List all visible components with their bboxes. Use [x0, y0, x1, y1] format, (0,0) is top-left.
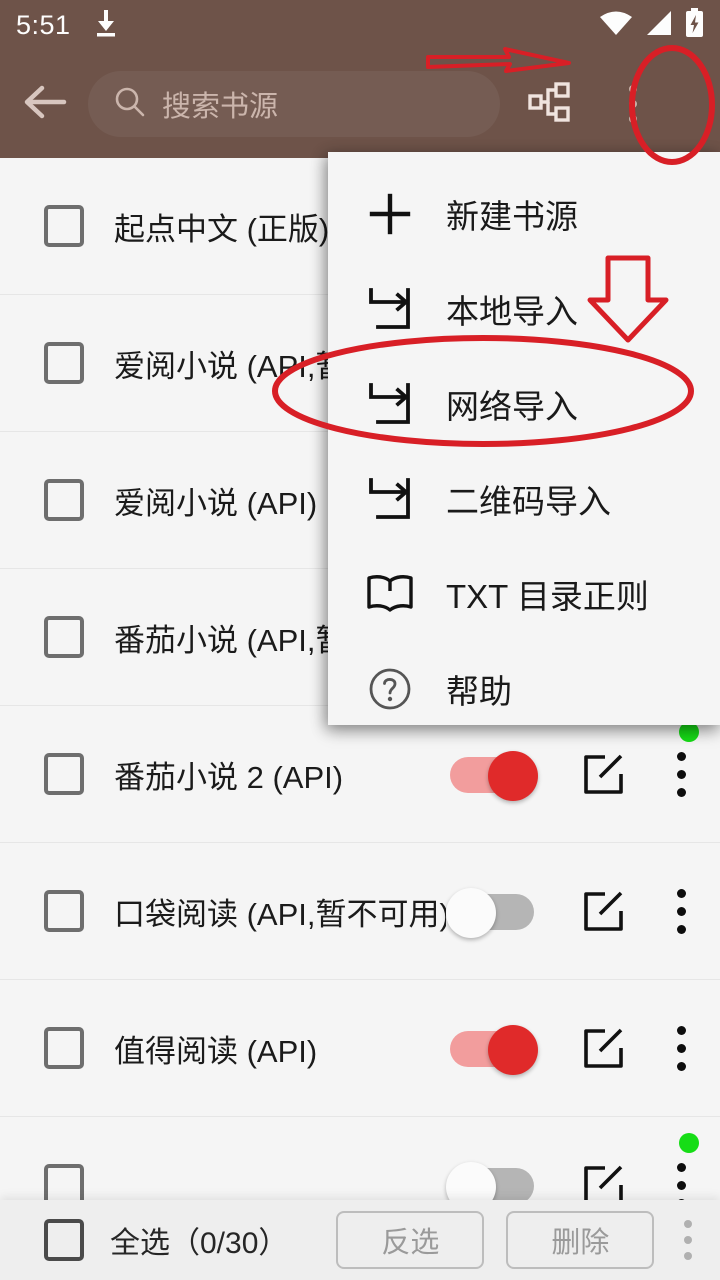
row-checkbox[interactable]: [44, 205, 84, 247]
help-circle-icon: [364, 663, 416, 715]
menu-item-txt-toc-regex[interactable]: TXT 目录正则: [328, 546, 720, 641]
overflow-menu-icon: [629, 85, 637, 123]
row-checkbox[interactable]: [44, 1027, 84, 1069]
download-icon: [93, 9, 119, 42]
table-row[interactable]: 口袋阅读 (API,暂不可用): [0, 843, 720, 980]
source-group-button[interactable]: [518, 70, 580, 138]
menu-item-local-import[interactable]: 本地导入: [328, 261, 720, 356]
book-icon: [364, 568, 416, 620]
plus-icon: [364, 188, 416, 240]
row-overflow-icon[interactable]: [668, 1024, 694, 1072]
search-input[interactable]: 搜索书源: [88, 71, 500, 137]
invert-selection-button[interactable]: 反选: [336, 1211, 485, 1269]
menu-item-label: 二维码导入: [446, 482, 611, 520]
menu-item-label: 帮助: [446, 672, 512, 710]
row-checkbox[interactable]: [44, 890, 84, 932]
row-actions: [446, 722, 699, 801]
source-group-icon: [527, 80, 571, 129]
menu-item-network-import[interactable]: 网络导入: [328, 356, 720, 451]
row-actions: [446, 1024, 694, 1075]
row-overflow-icon[interactable]: [668, 1133, 699, 1200]
selection-action-bar: 全选（0/30） 反选 删除: [0, 1200, 720, 1280]
row-enable-toggle[interactable]: [446, 1025, 538, 1075]
edit-icon[interactable]: [580, 1024, 628, 1072]
table-row[interactable]: [0, 1117, 720, 1200]
menu-item-qrcode-import[interactable]: 二维码导入: [328, 451, 720, 546]
row-enable-toggle[interactable]: [446, 751, 538, 801]
row-actions: [446, 887, 694, 938]
phone-screen: 5:51 搜索书源 起点中文 (正版) 爱阅小说 (API,暂不可用) 爱阅小说…: [0, 0, 720, 1280]
row-checkbox[interactable]: [44, 342, 84, 384]
app-bar: 搜索书源: [0, 50, 720, 158]
row-checkbox[interactable]: [44, 753, 84, 795]
battery-charging-icon: [685, 7, 704, 43]
table-row[interactable]: 值得阅读 (API): [0, 980, 720, 1117]
row-actions: [446, 1133, 699, 1200]
back-button[interactable]: [14, 73, 76, 135]
row-checkbox[interactable]: [44, 1164, 84, 1200]
search-icon: [114, 86, 146, 123]
overflow-dropdown-menu[interactable]: 新建书源 本地导入 网络导入 二维码导入 TXT 目录正则 帮助: [328, 152, 720, 725]
row-label: 番茄小说 2 (API): [114, 759, 344, 795]
edit-icon[interactable]: [580, 750, 628, 798]
menu-item-label: 网络导入: [446, 387, 578, 425]
select-all-checkbox[interactable]: [44, 1219, 84, 1261]
import-arrow-icon: [364, 473, 416, 525]
search-placeholder: 搜索书源: [162, 91, 279, 123]
status-clock: 5:51: [16, 9, 71, 40]
row-overflow-icon[interactable]: [668, 722, 699, 798]
status-icons: [599, 7, 704, 43]
import-arrow-icon: [364, 283, 416, 335]
overflow-menu-button[interactable]: [602, 70, 664, 138]
menu-item-help[interactable]: 帮助: [328, 641, 720, 736]
row-label: 起点中文 (正版): [114, 211, 330, 247]
edit-icon[interactable]: [580, 1161, 628, 1200]
edit-icon[interactable]: [580, 887, 628, 935]
row-overflow-icon[interactable]: [668, 887, 694, 935]
cellular-signal-icon: [645, 10, 673, 41]
select-all-label: 全选（0/30）: [110, 1227, 289, 1260]
row-label: 值得阅读 (API): [114, 1033, 318, 1069]
row-label: 口袋阅读 (API,暂不可用): [114, 896, 446, 932]
bottom-overflow-icon[interactable]: [676, 1220, 700, 1260]
status-bar: 5:51: [0, 0, 720, 50]
row-checkbox[interactable]: [44, 479, 84, 521]
menu-item-new-source[interactable]: 新建书源: [328, 166, 720, 261]
row-enable-toggle[interactable]: [446, 888, 538, 938]
wifi-icon: [599, 10, 633, 41]
menu-item-label: TXT 目录正则: [446, 577, 649, 615]
row-label: 爱阅小说 (API): [114, 485, 318, 521]
menu-item-label: 本地导入: [446, 292, 578, 330]
import-arrow-icon: [364, 378, 416, 430]
delete-button[interactable]: 删除: [506, 1211, 655, 1269]
row-enable-toggle[interactable]: [446, 1162, 538, 1200]
row-checkbox[interactable]: [44, 616, 84, 658]
status-indicator-dot: [679, 1133, 699, 1153]
back-arrow-icon: [22, 82, 68, 127]
menu-item-label: 新建书源: [446, 197, 578, 235]
